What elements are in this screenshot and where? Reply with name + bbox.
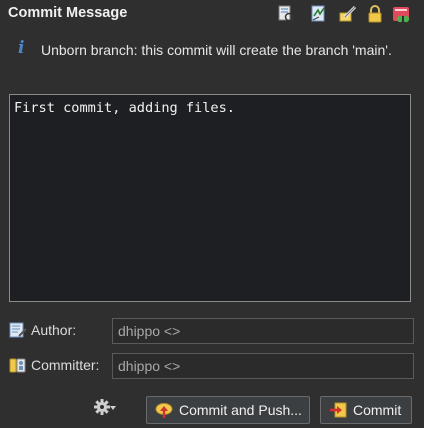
lock-icon[interactable] [366, 5, 384, 23]
committer-row: Committer: dhippo <> [9, 353, 414, 379]
chevron-down-icon [110, 406, 116, 410]
commit-message-text: First commit, adding files. [14, 100, 235, 116]
committer-label: Committer: [31, 357, 100, 373]
signed-off-icon[interactable] [310, 5, 328, 23]
commit-label: Commit [353, 402, 402, 418]
commit-icon [330, 402, 347, 418]
compare-icon[interactable] [277, 5, 295, 23]
settings-gear-icon[interactable] [94, 397, 116, 417]
amend-icon[interactable] [339, 5, 357, 23]
committer-icon [9, 358, 26, 373]
author-label: Author: [31, 322, 77, 338]
commit-button[interactable]: Commit [320, 396, 412, 424]
view-title: Commit Message [8, 5, 128, 21]
author-row: Author: dhippo <> [9, 318, 414, 344]
commit-message-editor[interactable]: First commit, adding files. [9, 94, 411, 302]
commit-view-header: Commit Message [0, 0, 424, 28]
info-message: Unborn branch: this commit will create t… [41, 42, 392, 58]
commit-push-icon [155, 403, 173, 418]
info-icon: i [18, 38, 25, 58]
author-icon [9, 322, 27, 338]
commit-and-push-button[interactable]: Commit and Push... [146, 396, 310, 424]
commit-and-push-label: Commit and Push... [179, 402, 302, 418]
committer-field[interactable]: dhippo <> [112, 353, 414, 379]
author-field[interactable]: dhippo <> [112, 318, 414, 344]
change-id-icon[interactable] [392, 5, 412, 25]
